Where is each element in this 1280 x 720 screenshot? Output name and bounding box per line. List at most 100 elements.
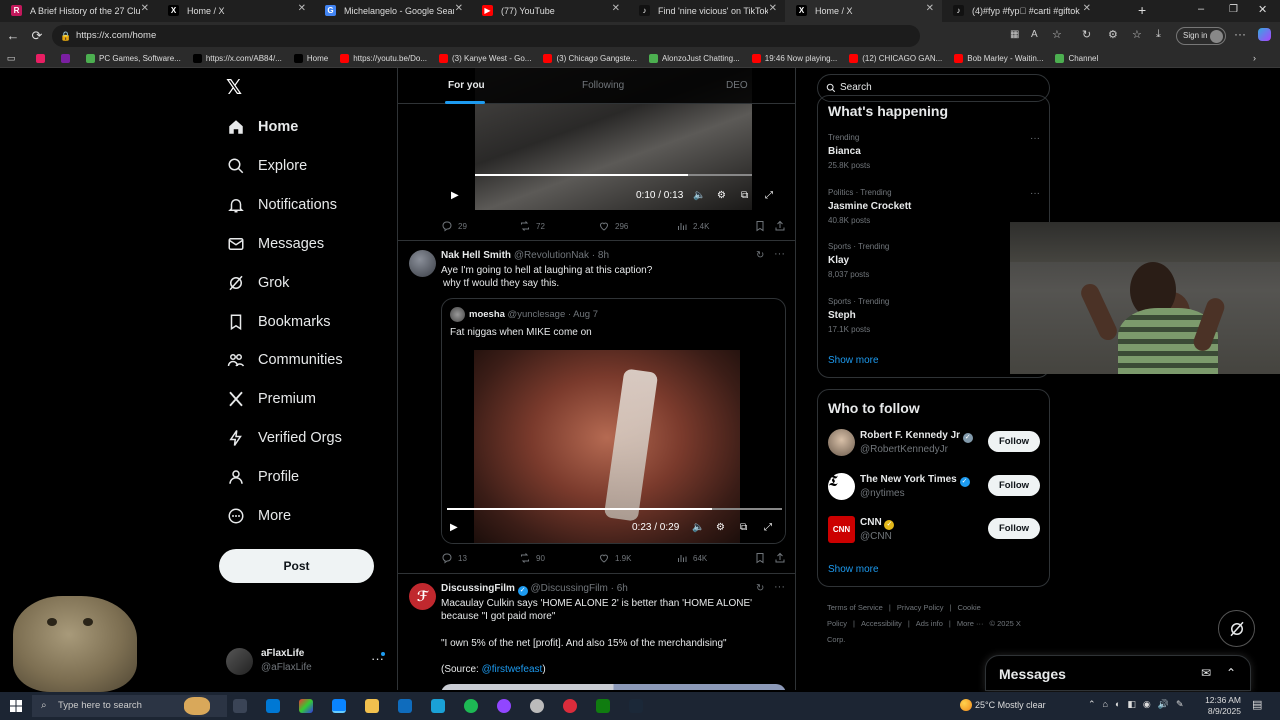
bookmark-item[interactable]: AlonzoJust Chatting... [648,54,740,63]
avatar[interactable] [409,250,436,277]
trend-more-icon[interactable]: ··· [1030,188,1040,199]
system-tray-icons[interactable]: ⌃⌂◐◧◉🔊✎ [1088,699,1191,710]
bookmark-item[interactable]: (3) Chicago Gangste... [543,54,637,63]
tweet-author[interactable]: Nak Hell Smith @RevolutionNak · 8h [441,250,609,261]
play-icon[interactable]: ▶ [450,522,458,533]
nav-item-explore[interactable]: Explore [226,153,307,179]
bookmark-item[interactable] [61,54,74,63]
spotify-icon[interactable] [464,699,478,713]
close-tab-icon[interactable]: ✕ [926,3,934,14]
follow-button[interactable]: Follow [988,518,1040,539]
ms-store-icon[interactable] [266,699,280,713]
taskbar-search-input[interactable]: ⌕ Type here to search [32,695,227,717]
trend-item[interactable]: Sports · Trending Steph 17.1K posts [828,297,1040,334]
close-tab-icon[interactable]: ✕ [141,3,149,14]
like-button[interactable]: 296 [598,220,628,232]
nav-item-communities[interactable]: Communities [226,347,343,373]
tweet-more-icon[interactable]: ··· [774,581,785,593]
footer-link[interactable]: More ··· [957,619,984,628]
tweet-media-preview[interactable] [441,684,786,690]
bookmark-menu-icon[interactable]: ▭ [0,53,22,64]
settings-icon[interactable]: ⚙ [717,190,726,201]
new-tab-button[interactable]: + [1138,2,1146,18]
grok-explain-icon[interactable]: ↻ [756,583,764,594]
browser-tab[interactable]: X Home / X ✕ [157,0,314,22]
nav-item-more[interactable]: More [226,503,291,529]
obs-icon[interactable] [497,699,511,713]
app-icon[interactable] [530,699,544,713]
copilot-icon[interactable] [1258,28,1271,41]
close-window-button[interactable]: ✕ [1258,3,1267,16]
nav-item-notifications[interactable]: Notifications [226,192,337,218]
tweet-author[interactable]: DiscussingFilm ✓ @DiscussingFilm · 6h [441,583,628,596]
bookmark-item[interactable]: 19:46 Now playing... [751,54,837,63]
post-button[interactable]: Post [219,549,374,583]
video-scrubber[interactable] [447,508,782,510]
play-icon[interactable]: ▶ [451,190,459,201]
bookmarks-overflow-icon[interactable]: › [1253,53,1256,63]
photos-icon[interactable] [431,699,445,713]
source-link[interactable]: @firstwefeast [482,664,543,675]
messages-drawer[interactable]: Messages ✉ ⌃ [985,655,1251,691]
tab-following[interactable]: Following [582,80,624,91]
task-view-icon[interactable] [233,699,247,713]
show-more-link[interactable]: Show more [828,564,879,575]
bookmark-button[interactable] [754,220,771,232]
views-button[interactable]: 2.4K [676,220,709,232]
reply-button[interactable]: 13 [441,552,467,564]
windows-start-icon[interactable] [10,700,22,712]
extensions-icon[interactable]: ▦ [1010,29,1019,40]
volume-icon[interactable]: 🔈 [693,190,705,201]
address-bar[interactable]: 🔒 https://x.com/home [52,25,920,47]
footer-link[interactable]: Ads info [916,619,943,628]
bookmark-item[interactable]: (12) CHICAGO GAN... [849,54,942,63]
footer-link[interactable]: Accessibility [861,619,902,628]
follow-suggestion[interactable]: 𝕿 The New York Times ✓ @nytimes Follow [828,471,1040,503]
streaming-app-icon[interactable] [563,699,577,713]
sign-in-button[interactable]: Sign in [1176,27,1226,45]
minimize-button[interactable]: – [1198,3,1204,15]
reply-button[interactable]: 29 [441,220,467,232]
site-info-icon[interactable]: 🔒 [60,25,71,47]
follow-button[interactable]: Follow [988,474,1040,496]
tweet-more-icon[interactable]: ··· [774,248,785,260]
xbox-icon[interactable] [596,699,610,713]
edge-icon[interactable] [332,699,346,713]
video-scrubber[interactable] [475,174,752,176]
settings-icon[interactable]: ⚙ [716,522,725,533]
bookmark-item[interactable]: PC Games, Software... [86,54,181,63]
close-tab-icon[interactable]: ✕ [298,3,306,14]
copilot-taskbar-icon[interactable] [299,699,313,713]
fullscreen-icon[interactable]: ⤢ [764,522,772,533]
steam-icon[interactable] [629,699,643,713]
nav-item-grok[interactable]: Grok [226,270,289,296]
browser-tab[interactable]: R A Brief History of the 27 Club ✕ [0,0,157,22]
notifications-icon[interactable]: ▤ [1252,698,1262,711]
repost-button[interactable]: 72 [519,220,545,232]
close-tab-icon[interactable]: ✕ [455,3,463,14]
trend-item[interactable]: Politics · Trending Jasmine Crockett 40.… [828,188,1040,225]
settings-more-icon[interactable]: ··· [1234,27,1246,41]
close-tab-icon[interactable]: ✕ [612,3,620,14]
quoted-tweet[interactable]: moesha @yunclesage · Aug 7 Fat niggas wh… [441,298,786,544]
bookmark-item[interactable]: Channel [1055,54,1098,63]
bookmark-item[interactable]: https://x.com/AB84/... [192,54,282,63]
expand-chevron-icon[interactable]: ⌃ [1226,666,1236,680]
downloads-icon[interactable]: ⤓ [1156,28,1161,41]
avatar[interactable]: ℱ [409,583,436,610]
views-button[interactable]: 64K [676,552,707,564]
bookmark-item[interactable]: Home [293,54,328,63]
bookmark-item[interactable]: (3) Kanye West - Go... [439,54,531,63]
bookmark-button[interactable] [754,552,771,564]
outlook-icon[interactable] [398,699,412,713]
follow-suggestion[interactable]: CNN CNN ✓ @CNN Follow [828,514,1040,546]
refresh-extension-icon[interactable]: ↻ [1082,28,1091,41]
share-button[interactable] [774,552,791,564]
quote-video-player[interactable]: ▶ 0:23 / 0:29 🔈 ⚙ ⧉ ⤢ [442,350,785,543]
taskbar-clock[interactable]: 12:36 AM 8/9/2025 [1205,695,1241,717]
browser-tab[interactable]: ♪ (4)#fyp #fyp゚ #carti #giftok | ca ✕ [942,0,1099,22]
follow-suggestion[interactable]: Robert F. Kennedy Jr ✓ @RobertKennedyJr … [828,427,1040,459]
browser-tab[interactable]: ♪ Find 'nine vicious' on TikTok | Tik ✕ [628,0,785,22]
trend-item[interactable]: Trending Bianca 25.8K posts ··· [828,133,1040,170]
favorite-star-icon[interactable]: ☆ [1052,28,1062,41]
